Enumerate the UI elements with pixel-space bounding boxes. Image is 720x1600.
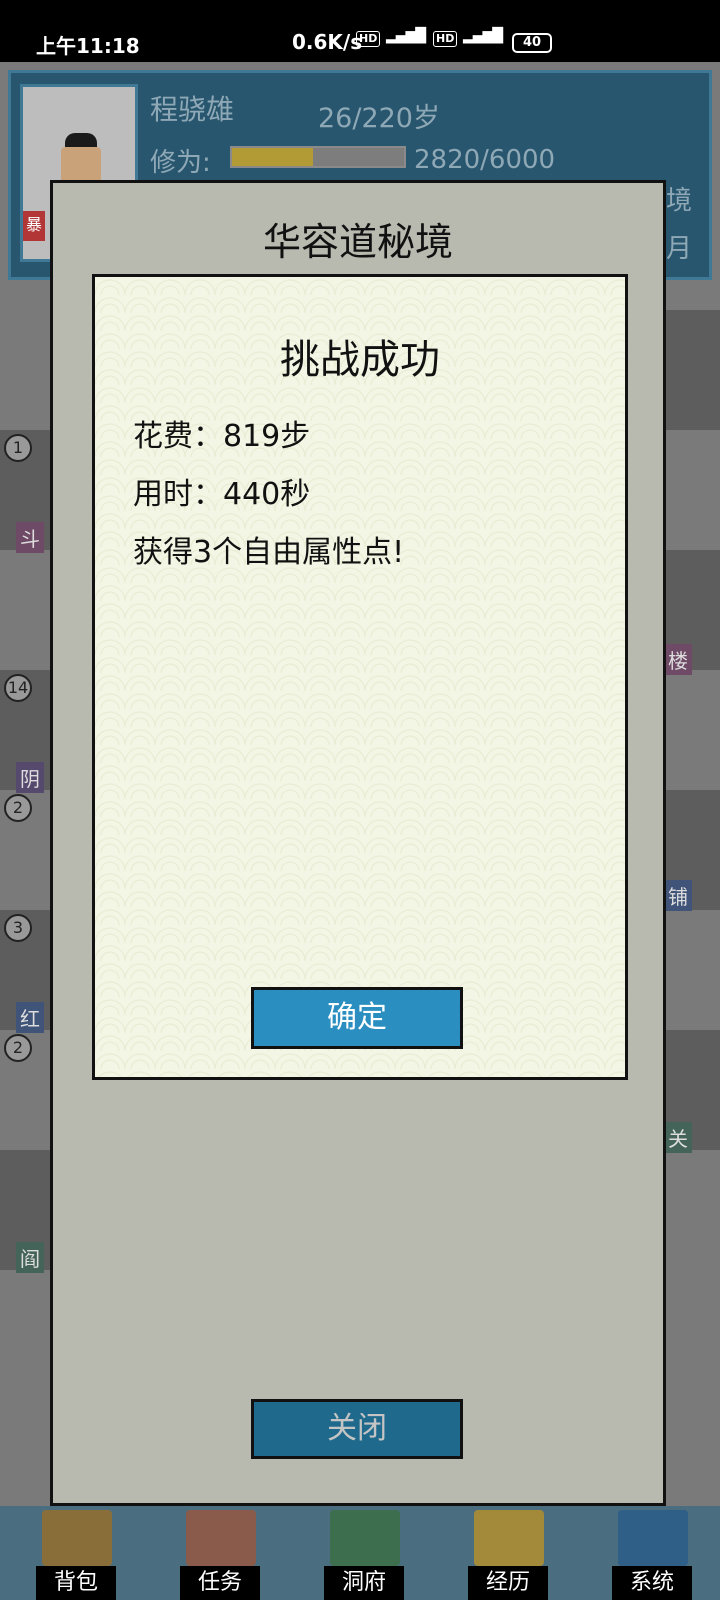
nav-item-system[interactable]: 系统 <box>596 1506 706 1600</box>
side-text-realm: 境 <box>666 186 693 216</box>
nav-label-system: 系统 <box>612 1566 692 1600</box>
bg-badge-2: 14 <box>4 674 32 702</box>
bg-tag-left-2: 阴 <box>16 762 44 793</box>
nav-item-bag[interactable]: 背包 <box>20 1506 130 1600</box>
cultivation-value: 2820/6000 <box>414 145 556 175</box>
player-age: 26/220岁 <box>318 103 440 134</box>
battery-icon: 40 <box>512 33 552 53</box>
side-text-month: 月 <box>666 234 693 264</box>
bg-tag-right-3: 铺 <box>664 880 692 911</box>
bg-tag-right-4: 关 <box>664 1122 692 1153</box>
cultivation-label: 修为: <box>150 148 211 178</box>
challenge-result-dialog: 挑战成功 花费：819步 用时：440秒 获得3个自由属性点! 确定 <box>92 274 628 1080</box>
avatar-status-tag: 暴 <box>23 211 45 241</box>
bottom-nav: 背包 任务 洞府 经历 系统 <box>0 1506 720 1600</box>
bg-badge-3: 2 <box>4 794 32 822</box>
bg-tag-left-4: 阎 <box>16 1242 44 1273</box>
signal-icon: ▂▄▆█ <box>386 28 426 44</box>
status-bar: 上午11:18 0.6K/s HD ▂▄▆█ HD ▂▄▆█ 40 <box>0 0 720 62</box>
bg-tag-left-3: 红 <box>16 1002 44 1033</box>
modal-title: 华容道秘境 <box>262 220 453 264</box>
dialog-title: 挑战成功 <box>280 337 440 383</box>
bg-badge-5: 2 <box>4 1034 32 1062</box>
gear-icon <box>618 1510 688 1566</box>
close-button[interactable]: 关闭 <box>251 1399 463 1459</box>
scroll-icon <box>186 1510 256 1566</box>
bg-tile-right-1 <box>664 310 720 430</box>
book-icon <box>474 1510 544 1566</box>
bag-icon <box>42 1510 112 1566</box>
cultivation-progress-bar <box>230 146 406 168</box>
confirm-button[interactable]: 确定 <box>251 987 463 1049</box>
status-net-speed: 0.6K/s <box>292 30 363 54</box>
bg-tag-right-2: 楼 <box>664 644 692 675</box>
hd-icon-2: HD <box>433 31 458 47</box>
reward-line: 获得3个自由属性点! <box>133 535 405 570</box>
bg-tag-left-1: 斗 <box>16 522 44 553</box>
hd-icon: HD <box>356 31 381 47</box>
house-icon <box>330 1510 400 1566</box>
nav-item-cave[interactable]: 洞府 <box>308 1506 418 1600</box>
status-time: 上午11:18 <box>36 34 140 58</box>
nav-label-cave: 洞府 <box>324 1566 404 1600</box>
bg-badge-1: 1 <box>4 434 32 462</box>
cost-line: 花费：819步 <box>133 419 311 454</box>
bg-badge-4: 3 <box>4 914 32 942</box>
nav-label-bag: 背包 <box>36 1566 116 1600</box>
nav-item-tasks[interactable]: 任务 <box>164 1506 274 1600</box>
nav-label-history: 经历 <box>468 1566 548 1600</box>
nav-item-history[interactable]: 经历 <box>452 1506 562 1600</box>
nav-label-tasks: 任务 <box>180 1566 260 1600</box>
signal-icon-2: ▂▄▆█ <box>463 28 503 44</box>
cultivation-progress-fill <box>232 148 313 166</box>
time-line: 用时：440秒 <box>133 477 311 512</box>
player-name: 程骁雄 <box>150 93 235 126</box>
